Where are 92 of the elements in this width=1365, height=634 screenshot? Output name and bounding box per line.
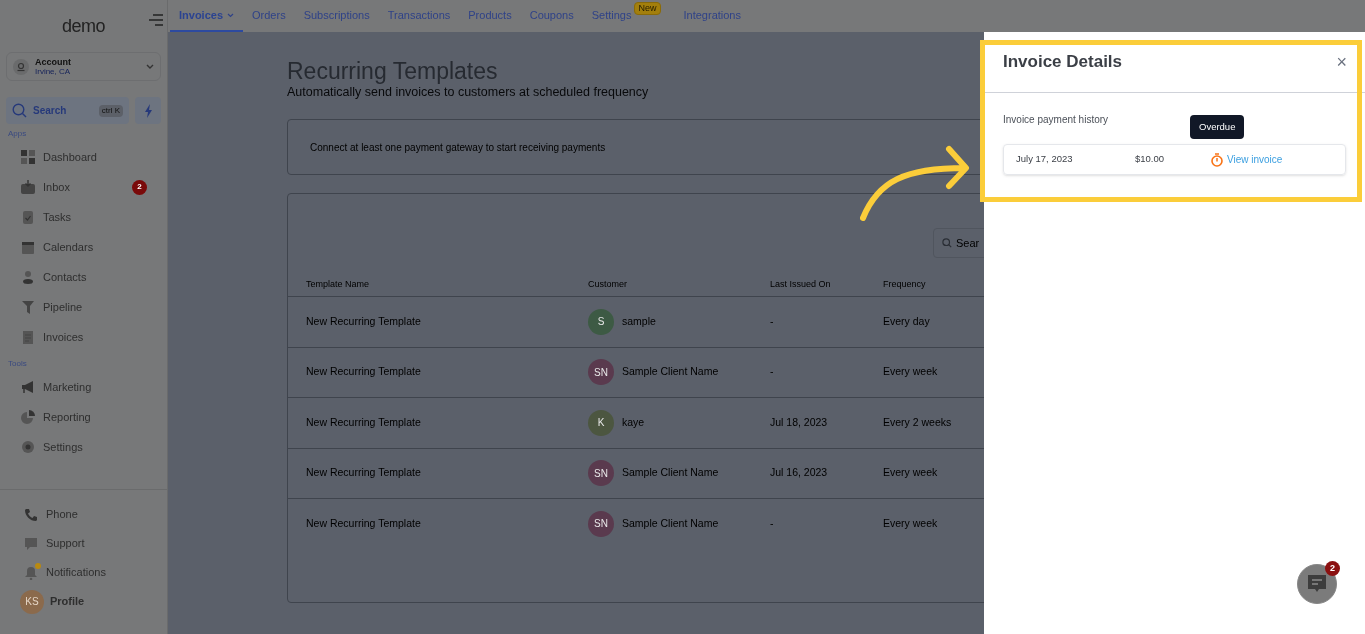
chat-icon xyxy=(24,536,38,551)
sidebar-item[interactable]: Support xyxy=(0,529,167,558)
document-icon xyxy=(21,330,35,344)
nav-tab[interactable]: Subscriptions xyxy=(294,0,379,32)
quick-action-button[interactable] xyxy=(135,97,161,124)
menu-icon[interactable] xyxy=(149,14,163,26)
notification-badge: 2 xyxy=(132,179,147,195)
sidebar-item[interactable]: Tasks xyxy=(0,202,167,232)
column-header: Template Name xyxy=(306,278,370,292)
search-placeholder: Sear xyxy=(956,235,980,251)
nav-tab[interactable]: Integrations xyxy=(674,0,750,32)
phone-icon xyxy=(24,507,38,522)
search-label: Search xyxy=(33,104,68,118)
table-cell-text: Jul 18, 2023 xyxy=(770,414,828,430)
calendar-icon xyxy=(21,240,35,254)
page-subtitle: Automatically send invoices to customers at scheduled frequency xyxy=(287,84,649,100)
column-header: Last Issued On xyxy=(770,278,831,292)
customer-avatar: SN xyxy=(588,460,614,487)
table-cell-text: Every day xyxy=(883,313,930,329)
table-cell-text: sample xyxy=(622,313,656,329)
chevron-down-icon xyxy=(146,63,154,70)
sidebar-item[interactable]: Contacts xyxy=(0,262,167,292)
grid-icon xyxy=(21,150,35,164)
nav-tab[interactable]: Transactions xyxy=(378,0,460,32)
account-name: Account xyxy=(35,56,72,67)
gear-icon xyxy=(21,440,35,454)
payment-date: July 17, 2023 xyxy=(1016,152,1074,167)
table-cell-text: - xyxy=(770,515,774,531)
logo: demo xyxy=(61,14,106,38)
table-cell-text: Every week xyxy=(883,515,938,531)
table-cell-text: Sample Client Name xyxy=(622,515,719,531)
search-button[interactable]: Search ctrl K xyxy=(6,97,129,124)
sidebar-item[interactable]: Dashboard xyxy=(0,142,167,172)
bell-icon xyxy=(24,565,38,580)
megaphone-icon xyxy=(21,380,35,394)
funnel-icon xyxy=(21,300,35,314)
new-badge: New xyxy=(634,2,661,15)
clipboard-icon xyxy=(21,210,35,224)
status-tooltip: Overdue xyxy=(1190,115,1245,140)
lightning-icon xyxy=(143,103,153,118)
table-cell-text: Every 2 weeks xyxy=(883,414,952,430)
nav-tab[interactable]: Coupons xyxy=(520,0,583,32)
nav-tab[interactable]: Invoices xyxy=(170,0,244,32)
profile-link[interactable]: Profile xyxy=(50,593,85,610)
person-icon xyxy=(21,270,35,284)
table-cell-text: New Recurring Template xyxy=(306,515,421,531)
inbox-icon xyxy=(21,180,35,194)
pie-chart-icon xyxy=(21,410,35,424)
nav-tab[interactable]: Products xyxy=(459,0,521,32)
customer-avatar: SN xyxy=(588,359,614,386)
table-cell-text: - xyxy=(770,313,774,329)
sidebar-item[interactable]: Phone xyxy=(0,500,167,529)
table-cell-text: - xyxy=(770,364,774,380)
table-cell-text: Every week xyxy=(883,465,938,481)
search-icon xyxy=(942,238,952,248)
close-button[interactable]: × xyxy=(1336,53,1347,71)
sidebar-item[interactable]: Pipeline xyxy=(0,292,167,322)
sidebar-item[interactable]: Notifications xyxy=(0,558,167,587)
column-header: Customer xyxy=(588,278,627,292)
customer-avatar: S xyxy=(588,308,614,335)
page-title: Recurring Templates xyxy=(287,58,499,84)
table-cell-text: Sample Client Name xyxy=(622,465,719,481)
payment-amount: $10.00 xyxy=(1135,152,1166,167)
table-cell-text: Jul 16, 2023 xyxy=(770,465,828,481)
table-cell-text: Every week xyxy=(883,364,938,380)
nav-tab[interactable]: Orders xyxy=(243,0,295,32)
stopwatch-icon xyxy=(1211,152,1223,167)
sidebar-item[interactable]: Inbox xyxy=(43,178,124,196)
account-selector[interactable]: Account Irvine, CA xyxy=(6,52,161,81)
search-icon xyxy=(12,103,27,118)
drawer-title: Invoice Details xyxy=(1003,51,1123,74)
section-label: Invoice payment history xyxy=(1003,113,1109,127)
table-cell-text: Sample Client Name xyxy=(622,364,719,380)
view-invoice-link[interactable]: View invoice xyxy=(1227,152,1283,167)
location-icon xyxy=(13,58,29,75)
keyboard-shortcut: ctrl K xyxy=(98,104,123,117)
banner-text: Connect at least one payment gateway to start receiving payments xyxy=(310,140,606,155)
table-cell-text: New Recurring Template xyxy=(306,313,421,329)
table-cell-text: New Recurring Template xyxy=(306,364,421,380)
sidebar-item[interactable]: Marketing xyxy=(0,372,167,402)
table-cell-text: New Recurring Template xyxy=(306,465,421,481)
sidebar-item[interactable]: Calendars xyxy=(0,232,167,262)
customer-avatar: SN xyxy=(588,510,614,537)
account-location: Irvine, CA xyxy=(35,66,72,77)
column-header: Frequency xyxy=(883,278,926,292)
sidebar-item[interactable]: Invoices xyxy=(0,322,167,352)
customer-avatar: K xyxy=(588,409,614,436)
profile-avatar[interactable]: KS xyxy=(20,589,44,614)
table-cell-text: kaye xyxy=(622,414,645,430)
sidebar-item[interactable]: Reporting xyxy=(0,402,167,432)
sidebar-item[interactable]: Settings xyxy=(0,432,167,462)
table-cell-text: New Recurring Template xyxy=(306,414,421,430)
